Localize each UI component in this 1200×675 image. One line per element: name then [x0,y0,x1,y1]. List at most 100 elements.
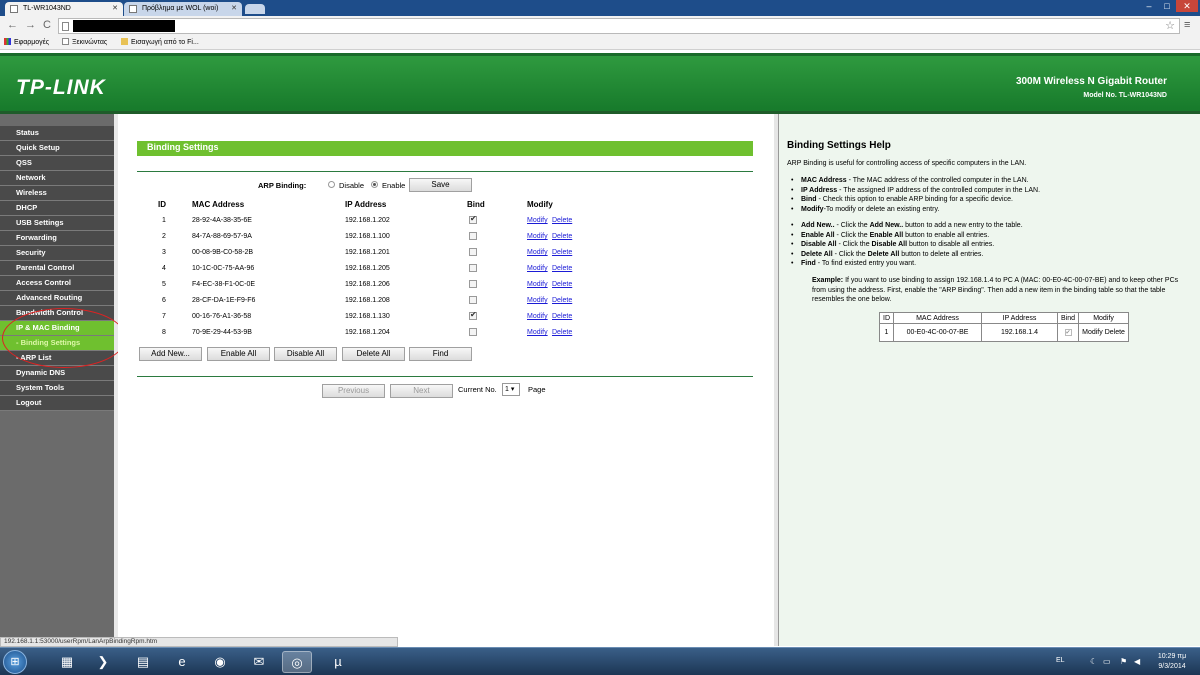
bind-checkbox[interactable] [469,248,477,256]
flag-icon[interactable]: ⚑ [1120,657,1127,666]
modify-link[interactable]: Modify [527,265,548,272]
address-bar[interactable]: ☆ [58,18,1180,34]
sidebar: Status Quick Setup QSS Network Wireless … [0,114,126,646]
save-button[interactable]: Save [409,178,472,192]
volume-icon[interactable]: ◀ [1134,657,1140,666]
network-icon[interactable]: ▭ [1103,657,1111,666]
sidebar-item-access-control[interactable]: Access Control [0,276,114,291]
router-header: TP-LINK 300M Wireless N Gigabit Router M… [0,53,1200,111]
bookmark-apps[interactable]: Εφαρμογές [4,38,49,46]
bookmark-star-icon[interactable]: ☆ [1165,19,1175,32]
chrome-icon[interactable]: ◎ [282,651,312,673]
delete-link[interactable]: Delete [552,281,572,288]
minimize-icon[interactable]: – [1140,0,1158,12]
moon-icon[interactable]: ☾ [1090,657,1097,666]
clock-time[interactable]: 10:29 πμ [1155,653,1189,660]
utorrent-icon[interactable]: µ [323,651,353,673]
delete-link[interactable]: Delete [552,297,572,304]
sidebar-item-status[interactable]: Status [0,126,114,141]
disable-all-button[interactable]: Disable All [274,347,337,361]
help-term: Add New.. [869,222,904,229]
add-new-button[interactable]: Add New... [139,347,202,361]
previous-button[interactable]: Previous [322,384,385,398]
example-header-mac: MAC Address [893,312,982,324]
clock-date[interactable]: 9/3/2014 [1155,663,1189,670]
delete-link[interactable]: Delete [552,233,572,240]
tp-link-logo: TP-LINK [16,76,106,99]
row-mac: F4-EC-38-F1-0C-0E [192,281,256,288]
delete-link[interactable]: Delete [552,217,572,224]
window-close-icon[interactable]: ✕ [1176,0,1198,12]
powershell-icon[interactable]: ❯ [88,651,118,673]
sidebar-item-advanced-routing[interactable]: Advanced Routing [0,291,114,306]
sidebar-item-forwarding[interactable]: Forwarding [0,231,114,246]
menu-icon[interactable]: ≡ [1184,19,1190,31]
bind-checkbox[interactable] [469,328,477,336]
example-header-ip: IP Address [981,312,1058,324]
bind-checkbox[interactable] [469,310,477,320]
bind-checkbox[interactable] [469,264,477,272]
sidebar-item-security[interactable]: Security [0,246,114,261]
close-tab-icon[interactable]: ✕ [231,4,237,12]
find-button[interactable]: Find [409,347,472,361]
table-row: 7 00-16-76-A1-36-58 192.168.1.130 Modify… [118,310,774,329]
delete-all-button[interactable]: Delete All [342,347,405,361]
internet-explorer-icon[interactable]: e [167,651,197,673]
sidebar-item-quick-setup[interactable]: Quick Setup [0,141,114,156]
sidebar-item-system-tools[interactable]: System Tools [0,381,114,396]
arp-enable-radio[interactable] [371,181,378,188]
example-mac: 00-E0-4C-00-07-BE [893,323,982,342]
modify-link[interactable]: Modify [527,329,548,336]
tab-label: Πρόβλημα με WOL (woi) [142,5,219,12]
firefox-icon[interactable]: ◉ [205,651,235,673]
forward-arrow-icon[interactable]: → [25,19,36,31]
tab-forum[interactable]: Πρόβλημα με WOL (woi) ✕ [124,2,242,16]
bind-checkbox[interactable] [469,214,477,224]
enable-all-button[interactable]: Enable All [207,347,270,361]
next-button[interactable]: Next [390,384,453,398]
close-tab-icon[interactable]: ✕ [112,4,118,12]
language-indicator[interactable]: EL [1056,657,1065,664]
router-model: Model No. TL-WR1043ND [1083,92,1167,99]
folder-icon [121,38,128,45]
row-id: 2 [162,233,166,240]
sidebar-item-qss[interactable]: QSS [0,156,114,171]
modify-link[interactable]: Modify [527,233,548,240]
delete-link[interactable]: Delete [552,313,572,320]
bind-checkbox[interactable] [469,232,477,240]
page-select[interactable]: 1 ▾ [502,383,520,396]
column-header-bind: Bind [467,200,485,209]
modify-link[interactable]: Modify [527,281,548,288]
bookmark-import[interactable]: Εισαγωγή από το Fi... [121,38,199,46]
sidebar-item-usb-settings[interactable]: USB Settings [0,216,114,231]
help-term: IP Address [801,186,838,194]
sidebar-item-dhcp[interactable]: DHCP [0,201,114,216]
bookmark-getting-started[interactable]: Ξεκινώντας [62,38,107,46]
delete-link[interactable]: Delete [552,265,572,272]
bind-checkbox[interactable] [469,280,477,288]
arp-disable-radio[interactable] [328,181,335,188]
explorer-folder-icon[interactable]: ▤ [128,651,158,673]
outlook-icon[interactable]: ✉ [244,651,274,673]
reload-icon[interactable]: C [43,19,51,31]
sidebar-item-parental-control[interactable]: Parental Control [0,261,114,276]
maximize-icon[interactable]: □ [1158,0,1176,12]
page-icon [62,38,69,45]
modify-link[interactable]: Modify [527,313,548,320]
start-button[interactable]: ⊞ [3,650,27,674]
back-arrow-icon[interactable]: ← [7,19,18,31]
sidebar-item-wireless[interactable]: Wireless [0,186,114,201]
sidebar-item-logout[interactable]: Logout [0,396,114,411]
delete-link[interactable]: Delete [552,329,572,336]
modify-link[interactable]: Modify [527,297,548,304]
file-manager-icon[interactable]: ▦ [52,651,82,673]
bind-checkbox[interactable] [469,296,477,304]
sidebar-item-dynamic-dns[interactable]: Dynamic DNS [0,366,114,381]
tab-router[interactable]: TL-WR1043ND ✕ [5,2,123,16]
modify-link[interactable]: Modify [527,249,548,256]
example-header-id: ID [879,312,894,324]
delete-link[interactable]: Delete [552,249,572,256]
sidebar-item-network[interactable]: Network [0,171,114,186]
modify-link[interactable]: Modify [527,217,548,224]
new-tab-button[interactable] [245,4,265,14]
